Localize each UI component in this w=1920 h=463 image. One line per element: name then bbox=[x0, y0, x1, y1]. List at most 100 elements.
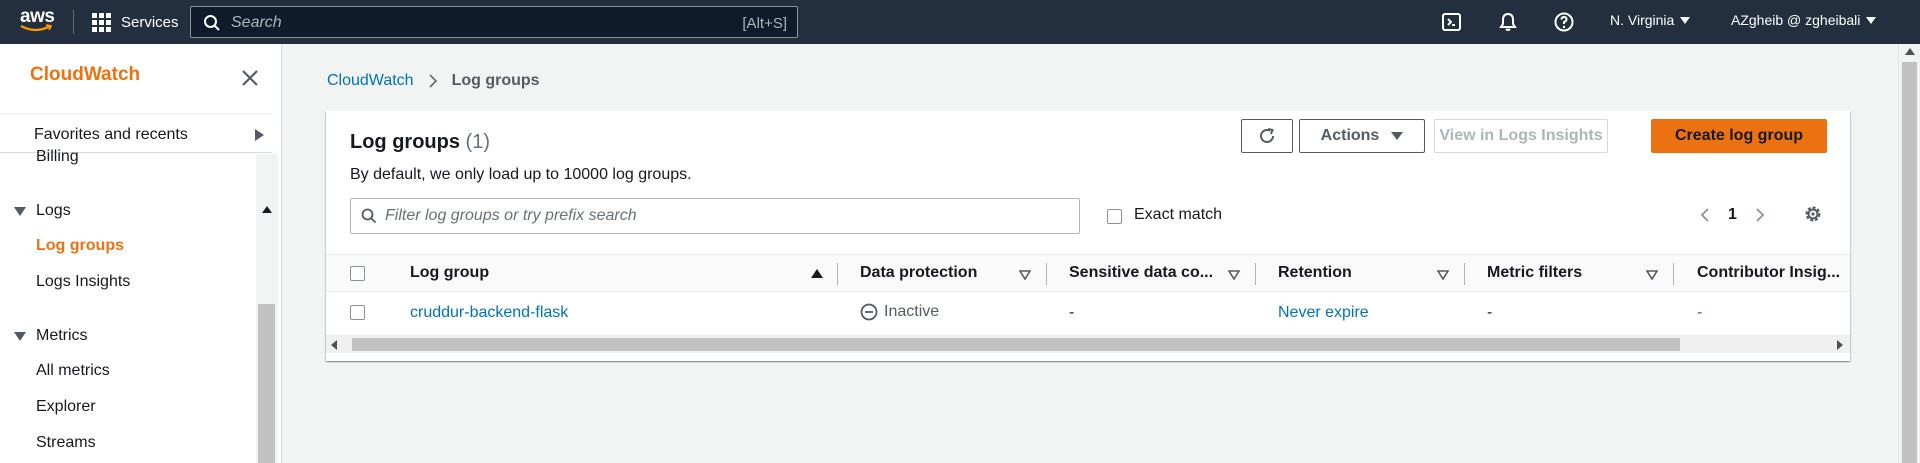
retention-link[interactable]: Never expire bbox=[1278, 304, 1369, 322]
aws-logo[interactable]: aws bbox=[18, 6, 58, 36]
select-all-checkbox[interactable] bbox=[350, 266, 365, 281]
chevron-left-icon[interactable] bbox=[1700, 207, 1710, 223]
view-in-logs-insights-button[interactable]: View in Logs Insights bbox=[1434, 119, 1608, 153]
global-search-input[interactable]: Search [Alt+S] bbox=[190, 6, 798, 38]
breadcrumb-current: Log groups bbox=[451, 72, 540, 89]
filter-input[interactable] bbox=[385, 205, 1065, 227]
column-header-data-protection[interactable]: Data protection bbox=[860, 264, 977, 282]
data-protection-label: Inactive bbox=[884, 303, 940, 320]
sort-icon[interactable] bbox=[1646, 270, 1658, 280]
region-label: N. Virginia bbox=[1610, 12, 1675, 28]
gear-icon[interactable] bbox=[1802, 203, 1824, 225]
sidebar-item-log-groups[interactable]: Log groups bbox=[36, 237, 124, 255]
top-navigation: aws Services Search [Alt+S] N. Virginia bbox=[0, 0, 1920, 44]
row-select-checkbox[interactable] bbox=[350, 305, 365, 320]
column-resize-handle[interactable] bbox=[1464, 263, 1465, 285]
sidebar-section-metrics[interactable]: Metrics bbox=[14, 327, 88, 345]
scroll-up-arrow-icon[interactable] bbox=[262, 206, 272, 213]
column-resize-handle[interactable] bbox=[1046, 263, 1047, 285]
account-label: AZgheib @ zgheibali bbox=[1731, 12, 1861, 28]
chevron-down-icon bbox=[1680, 16, 1691, 24]
sidebar-item-logs-insights[interactable]: Logs Insights bbox=[36, 273, 130, 291]
breadcrumb-cloudwatch-link[interactable]: CloudWatch bbox=[327, 72, 414, 90]
column-resize-handle[interactable] bbox=[837, 263, 838, 285]
scroll-left-arrow-icon[interactable] bbox=[331, 340, 337, 350]
refresh-button[interactable] bbox=[1241, 119, 1293, 153]
help-icon[interactable] bbox=[1553, 11, 1575, 33]
scroll-right-arrow-icon[interactable] bbox=[1837, 340, 1843, 350]
sidebar-section-label: Metrics bbox=[36, 327, 88, 344]
scrollbar-thumb[interactable] bbox=[352, 338, 1680, 351]
column-header-retention[interactable]: Retention bbox=[1278, 264, 1352, 282]
caret-down-icon bbox=[14, 206, 26, 216]
cloudshell-icon[interactable] bbox=[1441, 11, 1463, 33]
sidebar-section-label: Logs bbox=[36, 202, 71, 219]
chevron-down-icon bbox=[1866, 16, 1877, 24]
column-header-log-group[interactable]: Log group bbox=[410, 264, 489, 282]
metric-filters-value: - bbox=[1487, 304, 1493, 321]
view-insights-label: View in Logs Insights bbox=[1439, 127, 1603, 144]
sidebar-item-all-metrics[interactable]: All metrics bbox=[36, 362, 110, 380]
sort-ascending-icon[interactable] bbox=[811, 269, 823, 278]
search-shortcut-hint: [Alt+S] bbox=[742, 15, 787, 32]
column-resize-handle[interactable] bbox=[1255, 263, 1256, 285]
breadcrumb: CloudWatch Log groups bbox=[327, 72, 540, 90]
search-icon bbox=[361, 208, 377, 224]
panel-title-text: Log groups bbox=[350, 131, 460, 153]
sidebar-scrollbar[interactable] bbox=[256, 154, 278, 463]
sort-icon[interactable] bbox=[1228, 270, 1240, 280]
chevron-right-icon bbox=[428, 74, 437, 88]
actions-label: Actions bbox=[1320, 127, 1380, 144]
exact-match-label[interactable]: Exact match bbox=[1134, 206, 1222, 224]
column-header-contributor-insights[interactable]: Contributor Insig... bbox=[1697, 264, 1840, 282]
actions-dropdown-button[interactable]: Actions bbox=[1299, 119, 1425, 153]
favorites-label: Favorites and recents bbox=[34, 126, 188, 143]
data-protection-status: Inactive bbox=[860, 303, 939, 321]
log-group-link[interactable]: cruddur-backend-flask bbox=[410, 304, 568, 322]
region-selector[interactable]: N. Virginia bbox=[1610, 12, 1691, 28]
sidebar-item-explorer[interactable]: Explorer bbox=[36, 398, 96, 416]
status-stopped-icon bbox=[860, 303, 878, 321]
scroll-up-arrow-icon[interactable] bbox=[1905, 48, 1915, 55]
pagination: 1 bbox=[1700, 206, 1765, 224]
create-log-group-button[interactable]: Create log group bbox=[1651, 119, 1827, 153]
favorites-and-recents[interactable]: Favorites and recents bbox=[0, 113, 272, 153]
search-placeholder: Search bbox=[231, 14, 282, 31]
sort-icon[interactable] bbox=[1019, 270, 1031, 280]
sidebar-item-billing[interactable]: Billing bbox=[36, 148, 79, 166]
current-page-number[interactable]: 1 bbox=[1728, 206, 1737, 224]
services-label: Services bbox=[121, 13, 179, 31]
close-icon[interactable] bbox=[238, 66, 262, 90]
log-groups-panel: Log groups (1) By default, we only load … bbox=[326, 111, 1850, 361]
table-row: cruddur-backend-flask Inactive - Never e… bbox=[326, 293, 1850, 333]
services-menu-button[interactable]: Services bbox=[92, 10, 179, 34]
sidebar: CloudWatch Favorites and recents Billing… bbox=[0, 44, 282, 463]
search-icon bbox=[204, 15, 220, 31]
scrollbar-thumb[interactable] bbox=[1902, 62, 1917, 463]
panel-title: Log groups (1) bbox=[350, 131, 490, 154]
chevron-right-icon[interactable] bbox=[1755, 207, 1765, 223]
column-header-sensitive-data[interactable]: Sensitive data co... bbox=[1069, 264, 1213, 282]
column-resize-handle[interactable] bbox=[1673, 263, 1674, 285]
caret-down-icon bbox=[14, 331, 26, 341]
scrollbar-thumb[interactable] bbox=[258, 304, 275, 463]
account-menu[interactable]: AZgheib @ zgheibali bbox=[1731, 12, 1877, 28]
table-header: Log group Data protection Sensitive data… bbox=[326, 254, 1850, 292]
services-grid-icon bbox=[92, 12, 111, 32]
refresh-icon bbox=[1260, 128, 1274, 143]
page-scrollbar[interactable] bbox=[1898, 44, 1920, 463]
panel-description: By default, we only load up to 10000 log… bbox=[350, 166, 692, 183]
sidebar-section-logs[interactable]: Logs bbox=[14, 202, 71, 220]
contributor-insights-link[interactable]: - bbox=[1697, 304, 1702, 322]
filter-log-groups-field[interactable] bbox=[350, 198, 1080, 234]
column-header-metric-filters[interactable]: Metric filters bbox=[1487, 264, 1582, 282]
bell-icon[interactable] bbox=[1497, 11, 1519, 33]
table-horizontal-scrollbar[interactable] bbox=[326, 335, 1850, 353]
nav-divider bbox=[73, 10, 74, 34]
exact-match-checkbox[interactable] bbox=[1107, 209, 1122, 224]
sidebar-title[interactable]: CloudWatch bbox=[30, 64, 140, 86]
sensitive-data-value: - bbox=[1069, 304, 1075, 321]
caret-right-icon bbox=[255, 129, 264, 141]
sort-icon[interactable] bbox=[1437, 270, 1449, 280]
sidebar-item-streams[interactable]: Streams bbox=[36, 434, 96, 452]
